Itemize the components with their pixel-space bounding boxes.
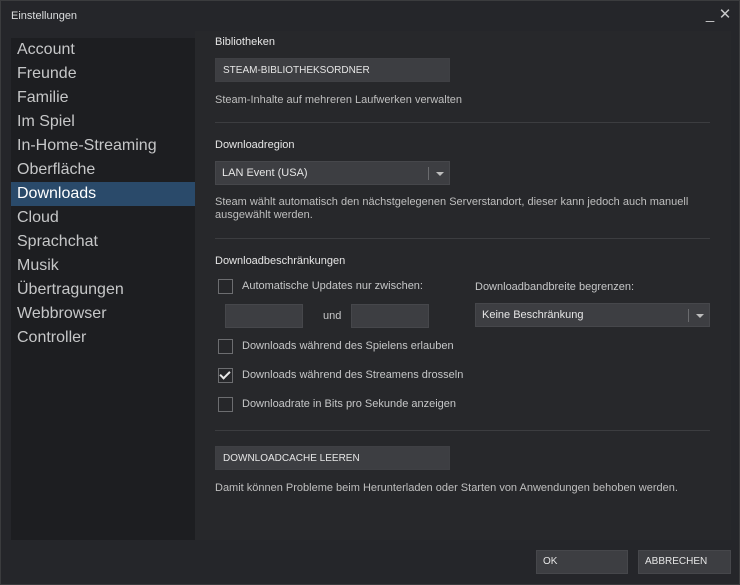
sidebar-item-broadcasting[interactable]: Übertragungen <box>11 278 195 302</box>
minimize-button[interactable]: _ <box>703 7 717 23</box>
sidebar-item-in-game[interactable]: Im Spiel <box>11 110 195 134</box>
select-separator <box>428 167 429 180</box>
show-bits-checkbox[interactable] <box>218 397 233 412</box>
section-divider <box>215 238 710 239</box>
update-time-to-input[interactable] <box>351 304 429 328</box>
settings-sidebar: Account Freunde Familie Im Spiel In-Home… <box>11 38 195 540</box>
section-divider <box>215 430 710 431</box>
chevron-down-icon <box>436 172 444 176</box>
cancel-button[interactable]: ABBRECHEN <box>638 550 731 574</box>
allow-while-playing-label: Downloads während des Spielens erlauben <box>242 340 454 352</box>
throttle-streaming-checkbox[interactable] <box>218 368 233 383</box>
update-time-from-input[interactable] <box>225 304 303 328</box>
library-folders-button[interactable]: STEAM-BIBLIOTHEKSORDNER <box>215 58 450 82</box>
section-divider <box>215 122 710 123</box>
checkmark-icon <box>219 368 231 380</box>
throttle-streaming-label: Downloads während des Streamens drosseln <box>242 369 464 381</box>
sidebar-item-controller[interactable]: Controller <box>11 326 195 350</box>
show-bits-label: Downloadrate in Bits pro Sekunde anzeige… <box>242 398 457 410</box>
allow-while-playing-checkbox[interactable] <box>218 339 233 354</box>
downloads-panel: Bibliotheken STEAM-BIBLIOTHEKSORDNER Ste… <box>195 31 731 540</box>
region-select-value: LAN Event (USA) <box>222 167 308 179</box>
bandwidth-select[interactable]: Keine Beschränkung <box>475 303 710 327</box>
auto-updates-checkbox[interactable] <box>218 279 233 294</box>
window-title: Einstellungen <box>11 10 78 22</box>
sidebar-item-in-home-streaming[interactable]: In-Home-Streaming <box>11 134 195 158</box>
sidebar-item-web-browser[interactable]: Webbrowser <box>11 302 195 326</box>
cache-description: Damit können Probleme beim Herunterladen… <box>215 482 678 494</box>
chevron-down-icon <box>696 314 704 318</box>
sidebar-item-cloud[interactable]: Cloud <box>11 206 195 230</box>
bandwidth-label: Downloadbandbreite begrenzen: <box>475 281 635 293</box>
region-select[interactable]: LAN Event (USA) <box>215 161 450 185</box>
libraries-heading: Bibliotheken <box>215 36 275 48</box>
sidebar-item-music[interactable]: Musik <box>11 254 195 278</box>
clear-download-cache-button[interactable]: DOWNLOADCACHE LEEREN <box>215 446 450 470</box>
ok-button[interactable]: OK <box>536 550 628 574</box>
select-separator <box>688 309 689 322</box>
libraries-description: Steam-Inhalte auf mehreren Laufwerken ve… <box>215 94 463 106</box>
region-description: Steam wählt automatisch den nächstgelege… <box>215 196 689 221</box>
sidebar-item-friends[interactable]: Freunde <box>11 62 195 86</box>
sidebar-item-account[interactable]: Account <box>11 38 195 62</box>
sidebar-item-downloads[interactable]: Downloads <box>11 182 195 206</box>
region-heading: Downloadregion <box>215 139 295 151</box>
auto-updates-label: Automatische Updates nur zwischen: <box>242 280 423 292</box>
bandwidth-select-value: Keine Beschränkung <box>482 309 584 321</box>
sidebar-item-interface[interactable]: Oberfläche <box>11 158 195 182</box>
sidebar-item-family[interactable]: Familie <box>11 86 195 110</box>
close-button[interactable]: ✕ <box>718 7 732 23</box>
settings-window: Einstellungen _ ✕ Account Freunde Famili… <box>0 0 740 585</box>
and-label: und <box>323 310 342 322</box>
title-bar: Einstellungen _ ✕ <box>1 1 740 31</box>
sidebar-item-voice[interactable]: Sprachchat <box>11 230 195 254</box>
restrictions-heading: Downloadbeschränkungen <box>215 255 346 267</box>
